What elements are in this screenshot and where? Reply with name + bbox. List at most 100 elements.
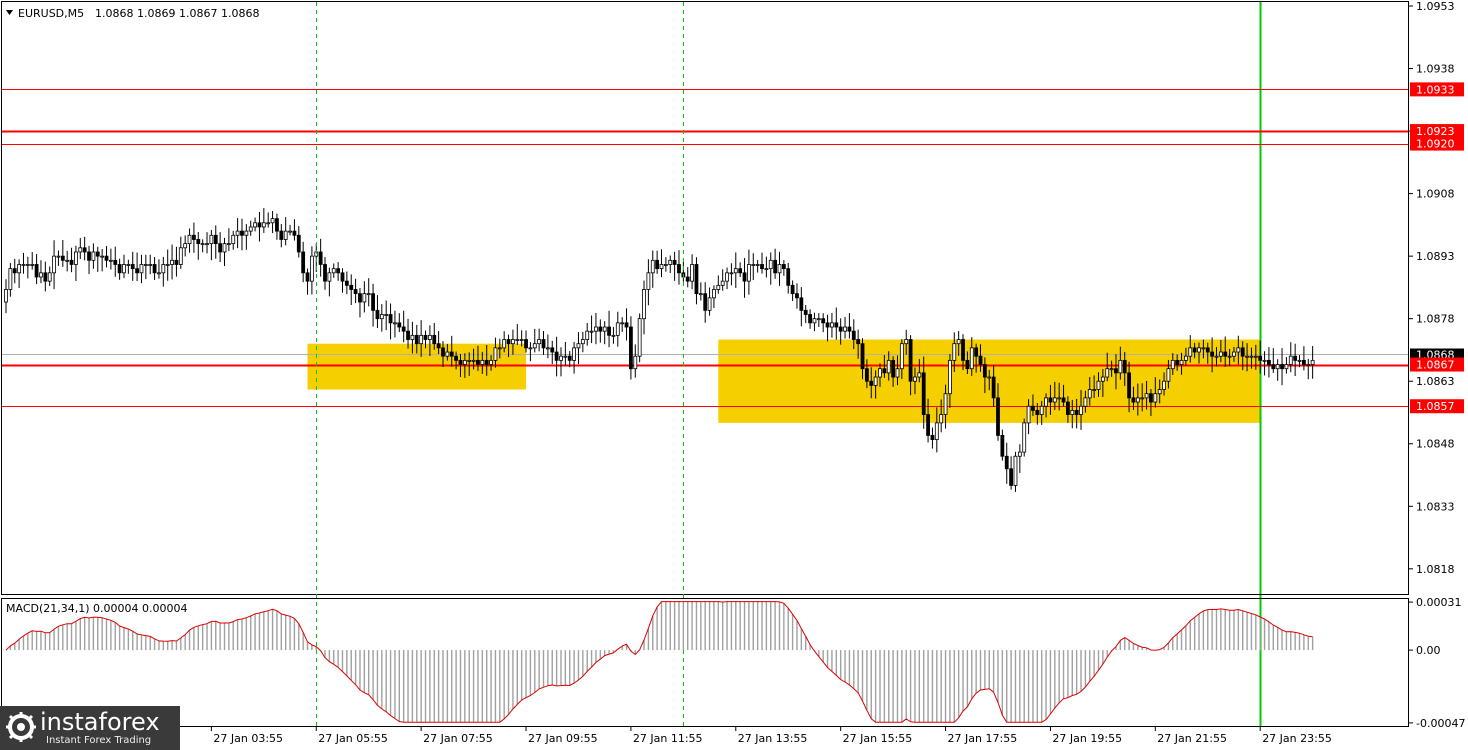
candle-body (410, 334, 415, 340)
candle-body (1262, 359, 1267, 362)
candle-body (292, 230, 297, 236)
candle-body (1227, 355, 1232, 358)
candle-body (978, 355, 983, 365)
candle-body (283, 230, 288, 240)
candle-body (786, 268, 791, 286)
candle-body (349, 284, 354, 290)
candle-body (795, 293, 799, 299)
candle-body (672, 259, 677, 265)
candle-body (1210, 351, 1215, 357)
candle-body (1214, 355, 1219, 358)
candle-body (519, 339, 524, 341)
candle-body (1135, 397, 1140, 403)
candle-body (34, 264, 39, 278)
x-tick-label: 27 Jan 15:55 (843, 732, 913, 745)
y-tick-label: 1.0863 (1416, 375, 1455, 388)
candle-body (1070, 409, 1075, 415)
candle-body (1306, 364, 1311, 366)
x-tick-label: 27 Jan 19:55 (1052, 732, 1122, 745)
candle-body (860, 343, 865, 370)
candle-body (165, 264, 170, 266)
candle-body (576, 343, 581, 349)
candle-body (655, 259, 660, 270)
candle-body (1253, 355, 1258, 358)
candle-body (1258, 355, 1263, 361)
candle-body (253, 222, 257, 228)
candle-body (161, 264, 166, 274)
candle-body (777, 264, 782, 274)
candle-body (323, 264, 327, 282)
candle-body (1083, 397, 1088, 407)
price-chart: 1.0953 1.0938 1.0923 1.0908 1.0893 1.0878 1.08… (0, 0, 1468, 750)
candle-body (694, 264, 699, 295)
candle-body (157, 272, 161, 275)
candle-body (738, 268, 743, 274)
candle-body (637, 318, 642, 357)
candle-body (1205, 347, 1210, 353)
candle-body (393, 322, 397, 325)
candle (637, 313, 642, 363)
candle-body (1284, 364, 1289, 370)
candle-body (532, 343, 537, 349)
candle-body (1288, 355, 1293, 365)
candle-body (799, 297, 804, 311)
candle-body (152, 264, 157, 274)
candle-body (895, 368, 900, 378)
candle-body (790, 284, 795, 295)
candle-body (987, 376, 992, 379)
candle-body (1079, 405, 1083, 415)
candle-body (1170, 359, 1175, 370)
instaforex-logo: instaforex Instant Forex Trading (0, 706, 180, 750)
candle-body (353, 289, 358, 295)
candle-body (143, 264, 148, 266)
candle-body (1092, 389, 1097, 391)
candle-body (1249, 355, 1254, 358)
candle-body (476, 359, 480, 365)
candle-body (336, 268, 341, 274)
candle-body (432, 334, 437, 345)
candle-body (1061, 397, 1066, 403)
candle-body (899, 343, 904, 370)
candle-body (747, 264, 751, 282)
candle-body (366, 293, 371, 296)
candle-body (607, 326, 611, 336)
candle-body (554, 351, 559, 361)
candle-body (943, 393, 948, 415)
candle-body (78, 247, 83, 253)
candle-body (445, 351, 450, 357)
candle-body (690, 264, 694, 282)
candle-body (419, 334, 424, 345)
y-tick-label: 1.0908 (1416, 188, 1455, 201)
candle-body (733, 268, 738, 274)
candle-body (1009, 468, 1013, 486)
candle-body (192, 234, 196, 240)
candle-body (436, 343, 441, 349)
candle-body (148, 264, 153, 266)
candle-body (200, 243, 205, 246)
candle-body (1105, 368, 1110, 378)
candle-body (449, 351, 454, 357)
candle-body (594, 326, 598, 332)
candle-body (528, 347, 533, 350)
candle-body (812, 318, 817, 324)
candle-body (104, 255, 109, 261)
candle-body (213, 234, 218, 245)
y-tick-label: 1.0878 (1416, 313, 1455, 326)
candle-body (130, 264, 135, 270)
candle-body (39, 272, 43, 278)
candle-body (91, 251, 96, 261)
candle-body (550, 347, 555, 353)
candle-body (209, 234, 214, 245)
candle-body (240, 230, 244, 236)
candle-body (864, 368, 869, 382)
candle-body (100, 255, 105, 258)
candle-body (371, 293, 375, 311)
candle-body (803, 309, 808, 315)
candle-body (620, 322, 625, 325)
candle-body (851, 330, 856, 340)
x-tick-label: 27 Jan 13:55 (738, 732, 808, 745)
symbol-label: EURUSD,M5 (18, 7, 84, 20)
candle-body (1223, 351, 1228, 357)
candle-body (108, 259, 113, 262)
candle-body (384, 314, 389, 316)
